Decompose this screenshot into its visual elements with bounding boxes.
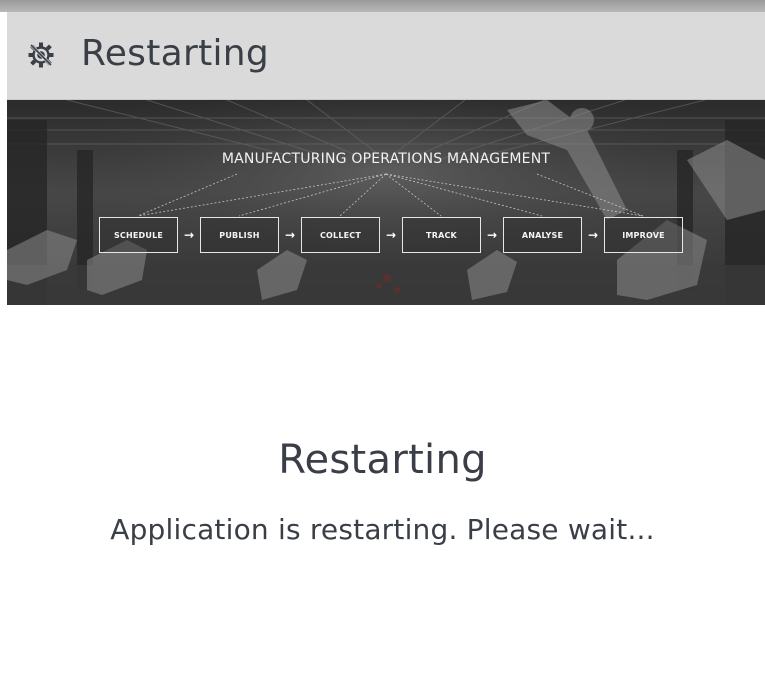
step-analyse: ANALYSE bbox=[503, 217, 582, 253]
status-message: Application is restarting. Please wait..… bbox=[110, 513, 655, 546]
banner-heading: MANUFACTURING OPERATIONS MANAGEMENT bbox=[221, 151, 551, 167]
arrow-icon: → bbox=[183, 228, 195, 242]
step-improve: IMPROVE bbox=[604, 217, 683, 253]
step-schedule: SCHEDULE bbox=[99, 217, 178, 253]
step-track: TRACK bbox=[402, 217, 481, 253]
banner-image: MANUFACTURING OPERATIONS MANAGEMENT SCHE… bbox=[7, 100, 765, 305]
window-left-edge bbox=[0, 12, 7, 680]
title-bar: Restarting bbox=[7, 12, 765, 100]
status-heading: Restarting bbox=[278, 437, 487, 483]
step-publish: PUBLISH bbox=[200, 217, 279, 253]
page-title: Restarting bbox=[81, 33, 270, 74]
app-window: Restarting MANUFACTURING OPERATIONS MANA… bbox=[0, 0, 765, 680]
window-top-border bbox=[0, 0, 765, 12]
arrow-icon: → bbox=[587, 228, 599, 242]
gear-restart-icon bbox=[27, 41, 55, 69]
process-flow: SCHEDULE → PUBLISH → COLLECT → TRACK → A… bbox=[99, 216, 683, 254]
arrow-icon: → bbox=[486, 228, 498, 242]
arrow-icon: → bbox=[385, 228, 397, 242]
factory-backdrop bbox=[7, 100, 765, 305]
step-collect: COLLECT bbox=[301, 217, 380, 253]
arrow-icon: → bbox=[284, 228, 296, 242]
